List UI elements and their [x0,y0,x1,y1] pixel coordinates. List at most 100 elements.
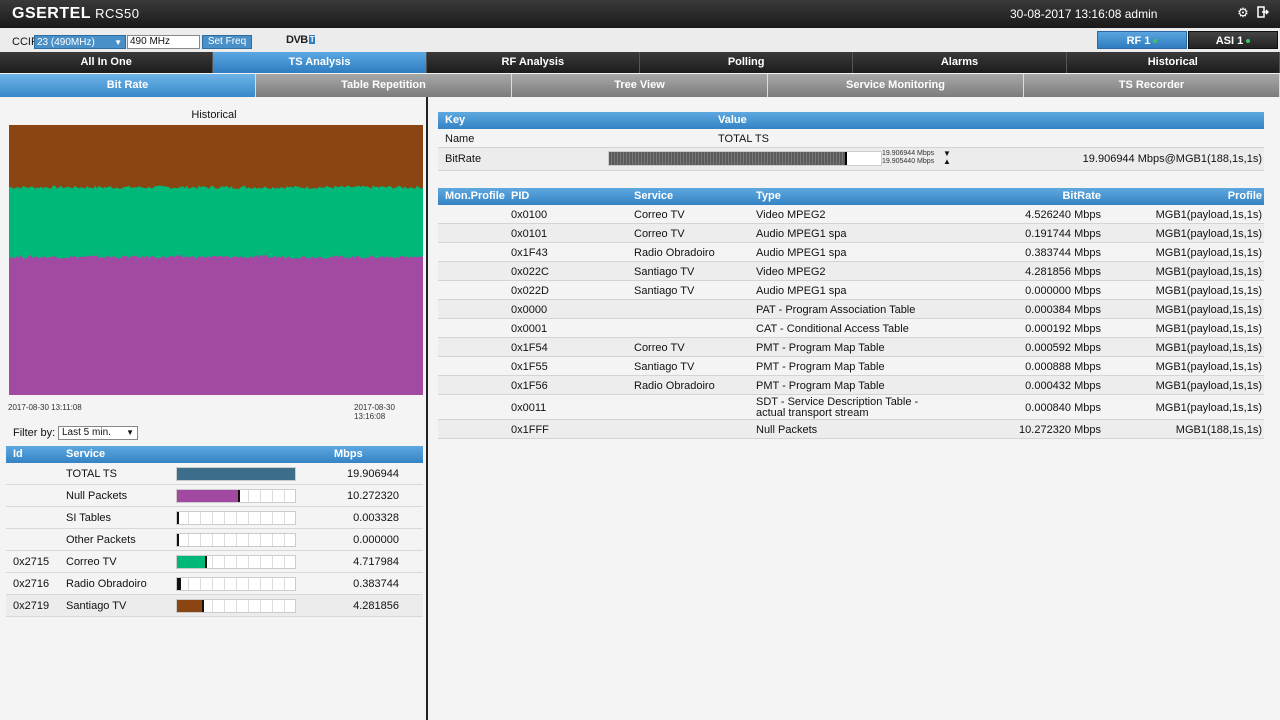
bitrate-cell: 0.191744 Mbps [1025,228,1101,240]
profile-cell: MGB1(payload,1s,1s) [1155,380,1262,392]
profile-cell: MGB1(payload,1s,1s) [1155,402,1262,414]
service-mbps: 19.906944 [347,468,399,480]
bitrate-cell: 4.526240 Mbps [1025,209,1101,221]
tab-historical[interactable]: Historical [1066,52,1280,73]
brand-name: GSERTEL [12,5,92,22]
table-row[interactable]: 0x1F43 Radio Obradoiro Audio MPEG1 spa 0.38… [438,243,1264,262]
table-row[interactable]: 0x1F55 Santiago TV PMT - Program Map Table… [438,357,1264,376]
service-mbps: 10.272320 [347,490,399,502]
table-row[interactable]: 0x022C Santiago TV Video MPEG2 4.281856 Mbp… [438,262,1264,281]
top-header: GSERTEL RCS50 30-08-2017 13:16:08 admin ⚙ [0,0,1280,28]
dvb-label: DVB [286,34,308,46]
subtab-tree-view[interactable]: Tree View [512,74,768,97]
col-bitrate: BitRate [1062,190,1101,202]
subtab-ts-recorder[interactable]: TS Recorder [1024,74,1280,97]
kv-key: BitRate [445,153,482,165]
table-row[interactable]: 0x0000 PAT - Program Association Table 0.0… [438,300,1264,319]
bitrate-bar-fill [177,468,295,480]
table-row[interactable]: 0x1F56 Radio Obradoiro PMT - Program Map T… [438,376,1264,395]
min-max-arrows-icon: ▼ ▲ [943,149,951,166]
gear-icon[interactable]: ⚙ [1236,6,1250,20]
time-start-label: 2017-08-30 13:11:08 [8,403,82,412]
filter-select[interactable]: Last 5 min. ▼ [58,426,138,440]
chevron-down-icon: ▼ [126,428,134,437]
bitrate-bar-fill [177,490,238,502]
filter-selected: Last 5 min. [62,427,111,438]
service-name: TOTAL TS [66,468,117,480]
col-value: Value [718,114,747,126]
pid-cell: 0x0001 [511,323,548,335]
table-row[interactable]: Null Packets 10.272320 [6,485,423,507]
channel-select[interactable]: 23 (490MHz) ▼ [34,35,126,49]
profile-cell: MGB1(payload,1s,1s) [1155,342,1262,354]
service-mbps: 4.717984 [353,556,399,568]
tab-rf-analysis[interactable]: RF Analysis [426,52,640,73]
pid-cell: 0x0100 [511,209,548,221]
chevron-down-icon: ▼ [114,38,122,47]
time-end-label: 2017-08-30 13:16:08 [354,403,395,421]
table-row[interactable]: 0x2716 Radio Obradoiro 0.383744 [6,573,423,595]
table-row[interactable]: 0x2719 Santiago TV 4.281856 [6,595,423,617]
subtab-service-monitoring[interactable]: Service Monitoring [768,74,1024,97]
kv-header: Key Value [438,112,1264,129]
kv-value: TOTAL TS [718,133,769,145]
service-name: Radio Obradoiro [66,578,147,590]
table-row[interactable]: Other Packets 0.000000 [6,529,423,551]
kv-bitrate-value: 19.906944 Mbps@MGB1(188,1s,1s) [1082,153,1262,165]
tab-ts-analysis[interactable]: TS Analysis [213,52,427,73]
type-cell: Audio MPEG1 spa [756,247,847,259]
asi1-button[interactable]: ASI 1 [1188,31,1278,49]
subtab-bit-rate[interactable]: Bit Rate [0,74,256,97]
bitrate-cell: 0.000888 Mbps [1025,361,1101,373]
bitrate-bar-marker [845,152,847,165]
table-row[interactable]: 0x1F54 Correo TV PMT - Program Map Table 0.… [438,338,1264,357]
table-row[interactable]: 0x022D Santiago TV Audio MPEG1 spa 0.000000… [438,281,1264,300]
service-cell: Correo TV [634,209,685,221]
tab-alarms[interactable]: Alarms [853,52,1067,73]
subtab-table-repetition[interactable]: Table Repetition [256,74,512,97]
bitrate-cell: 0.000192 Mbps [1025,323,1101,335]
bitrate-cell: 0.000592 Mbps [1025,342,1101,354]
toolbar: CCIR 23 (490MHz) ▼ 490 MHz Set Freq DVB T… [0,28,1280,52]
service-cell: Radio Obradoiro [634,380,715,392]
bitrate-bar [176,577,296,591]
service-id: 0x2716 [13,578,50,590]
rf1-label: RF 1 [1126,35,1151,47]
logout-icon[interactable] [1256,6,1270,20]
tab-polling[interactable]: Polling [639,52,854,73]
profile-cell: MGB1(payload,1s,1s) [1155,323,1262,335]
frequency-input[interactable]: 490 MHz [127,35,200,49]
pid-cell: 0x1F43 [511,247,548,259]
bitrate-bar [608,151,882,166]
service-id: 0x2715 [13,556,50,568]
area-layer-correo-tv [9,125,423,190]
left-panel: Historical 2017-08-30 13:11:08 2017-08-3… [0,97,428,720]
col-id: Id [13,448,23,460]
area-layer-null-packets [9,258,423,395]
bitrate-bar [176,489,296,503]
table-row[interactable]: 0x0101 Correo TV Audio MPEG1 spa 0.191744 M… [438,224,1264,243]
table-row[interactable]: SI Tables 0.003328 [6,507,423,529]
bitrate-bar [176,599,296,613]
table-row[interactable]: 0x1FFF Null Packets 10.272320 Mbps MGB1(188… [438,420,1264,439]
table-row[interactable]: 0x2715 Correo TV 4.717984 [6,551,423,573]
rf1-button[interactable]: RF 1 [1097,31,1187,49]
bitrate-bar-marker [177,512,179,524]
bitrate-cell: 0.000000 Mbps [1025,285,1101,297]
table-row[interactable]: 0x0011 SDT - Service Description Table - … [438,395,1264,420]
dvb-suffix: T [308,35,316,44]
table-row[interactable]: TOTAL TS 19.906944 [6,463,423,485]
table-row[interactable]: 0x0100 Correo TV Video MPEG2 4.526240 Mbps M… [438,205,1264,224]
bitrate-bar-marker [177,534,179,546]
tab-all-in-one[interactable]: All In One [0,52,214,73]
pid-cell: 0x1F56 [511,380,548,392]
table-row[interactable]: 0x0001 CAT - Conditional Access Table 0.00… [438,319,1264,338]
type-cell: Video MPEG2 [756,266,826,278]
bitrate-max-label: 19.906944 Mbps [882,150,935,157]
set-freq-button[interactable]: Set Freq [202,35,252,49]
kv-row-bitrate: BitRate 19.906944 Mbps 19.905440 Mbps ▼ ▲… [438,148,1264,171]
col-service: Service [634,190,674,202]
kv-key: Name [445,133,475,145]
pid-cell: 0x022D [511,285,549,297]
service-mbps: 0.383744 [353,578,399,590]
